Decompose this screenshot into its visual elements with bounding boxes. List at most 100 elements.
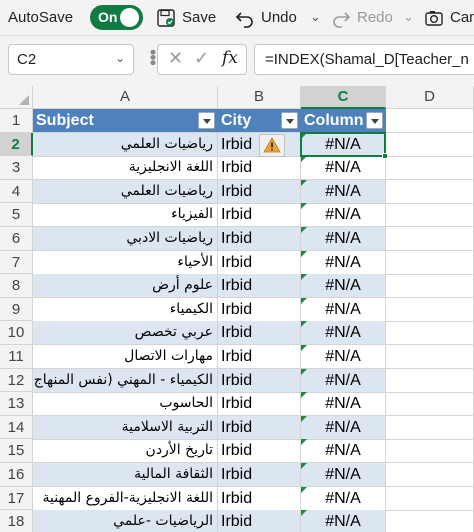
cell-d[interactable] [386,439,474,464]
row-header[interactable]: 11 [0,345,33,369]
subject-cell[interactable]: رياضيات العلمي [33,132,218,157]
city-cell[interactable]: Irbid [218,321,301,346]
fx-icon[interactable]: fx [222,48,238,68]
row-header[interactable]: 1 [0,109,33,133]
column-cell[interactable]: #N/A [301,439,386,464]
subject-cell[interactable]: مهارات الاتصال [33,345,218,369]
row-header[interactable]: 16 [0,463,33,487]
row-header[interactable]: 12 [0,368,33,393]
filter-dropdown-icon[interactable] [281,112,298,129]
subject-cell[interactable]: اللغة الانجليزية-الفروع المهنية [33,486,218,511]
table-header-column[interactable]: Column [301,109,386,133]
subject-cell[interactable]: علوم أرض [33,274,218,299]
undo-button[interactable]: Undo [235,5,297,30]
city-cell[interactable]: Irbid [218,486,301,511]
row-header[interactable]: 4 [0,179,33,204]
subject-cell[interactable]: التربية الاسلامية [33,415,218,440]
column-header-d[interactable]: D [386,86,474,109]
redo-dropdown-chevron-icon[interactable]: ⌄ [403,9,414,25]
city-cell[interactable]: Irbid [218,415,301,440]
column-cell[interactable]: #N/A [301,132,386,157]
redo-button[interactable]: Redo [331,5,393,30]
column-cell[interactable]: #N/A [301,321,386,346]
row-header[interactable]: 18 [0,510,33,532]
fill-handle[interactable] [382,153,388,160]
camera-button[interactable]: Cam [424,5,474,30]
subject-cell[interactable]: الفيزياء [33,203,218,228]
column-cell[interactable]: #N/A [301,297,386,322]
cell-d[interactable] [386,345,474,369]
enter-check-icon[interactable]: ✓ [194,48,209,69]
cell-d[interactable] [386,463,474,487]
column-cell[interactable]: #N/A [301,392,386,417]
name-box[interactable]: C2 ⌄ [8,44,134,75]
select-all-corner[interactable] [0,86,33,109]
table-header-subject[interactable]: Subject [33,109,218,133]
row-header[interactable]: 6 [0,227,33,251]
filter-dropdown-icon[interactable] [198,112,215,129]
filter-dropdown-icon[interactable] [366,112,383,129]
subject-cell[interactable]: تاريخ الأردن [33,439,218,464]
row-header[interactable]: 17 [0,486,33,511]
row-header[interactable]: 14 [0,415,33,440]
cell-d[interactable] [386,368,474,393]
autosave-toggle[interactable]: On [90,5,143,30]
subject-cell[interactable]: الرياضيات -علمي [33,510,218,532]
column-cell[interactable]: #N/A [301,227,386,251]
cell-d[interactable] [386,321,474,346]
row-header[interactable]: 7 [0,250,33,275]
row-header[interactable]: 15 [0,439,33,463]
cell-d[interactable] [386,510,474,532]
cancel-icon[interactable]: ✕ [168,48,183,69]
column-header-b[interactable]: B [218,86,301,109]
subject-cell[interactable]: الكيمياء [33,297,218,322]
city-cell[interactable]: Irbid [218,463,301,487]
city-cell[interactable]: Irbid [218,274,301,299]
city-cell[interactable]: Irbid [218,392,301,417]
column-cell[interactable]: #N/A [301,486,386,511]
row-header[interactable]: 9 [0,297,33,322]
column-header-c[interactable]: C [301,86,386,109]
row-header[interactable]: 13 [0,392,33,416]
city-cell[interactable]: Irbid [218,250,301,275]
column-cell[interactable]: #N/A [301,345,386,369]
column-cell[interactable]: #N/A [301,274,386,299]
city-cell[interactable]: Irbid [218,297,301,322]
cell-d[interactable] [386,132,474,157]
table-header-city[interactable]: City [218,109,301,133]
cell-d[interactable] [386,250,474,275]
column-cell[interactable]: #N/A [301,368,386,393]
cell-d[interactable] [386,274,474,299]
city-cell[interactable]: Irbid [218,510,301,532]
error-check-button[interactable] [259,133,285,157]
row-header[interactable]: 2 [0,132,33,157]
column-cell[interactable]: #N/A [301,415,386,440]
column-cell[interactable]: #N/A [301,463,386,487]
city-cell[interactable]: Irbid [218,227,301,251]
cell-d[interactable] [386,227,474,251]
cell-d[interactable] [386,415,474,440]
row-header[interactable]: 5 [0,203,33,227]
cell-d[interactable] [386,179,474,204]
cell-d[interactable] [386,109,474,133]
subject-cell[interactable]: الكيمياء - المهني (نفس المنهاج [33,368,218,393]
row-header[interactable]: 10 [0,321,33,345]
cell-d[interactable] [386,297,474,322]
row-header[interactable]: 3 [0,156,33,180]
city-cell[interactable]: Irbid [218,156,301,181]
cell-d[interactable] [386,486,474,511]
undo-dropdown-chevron-icon[interactable]: ⌄ [310,9,321,25]
city-cell[interactable]: Irbid [218,203,301,228]
row-header[interactable]: 8 [0,274,33,298]
subject-cell[interactable]: الأحياء [33,250,218,275]
name-box-chevron-icon[interactable]: ⌄ [115,51,125,65]
formula-input[interactable]: =INDEX(Shamal_D[Teacher_n [254,44,474,75]
city-cell[interactable]: Irbid [218,345,301,369]
column-cell[interactable]: #N/A [301,203,386,228]
subject-cell[interactable]: رياضيات العلمي [33,179,218,204]
save-button[interactable]: Save [156,5,216,30]
city-cell[interactable]: Irbid [218,439,301,464]
column-cell[interactable]: #N/A [301,156,386,181]
column-cell[interactable]: #N/A [301,179,386,204]
cell-d[interactable] [386,203,474,228]
